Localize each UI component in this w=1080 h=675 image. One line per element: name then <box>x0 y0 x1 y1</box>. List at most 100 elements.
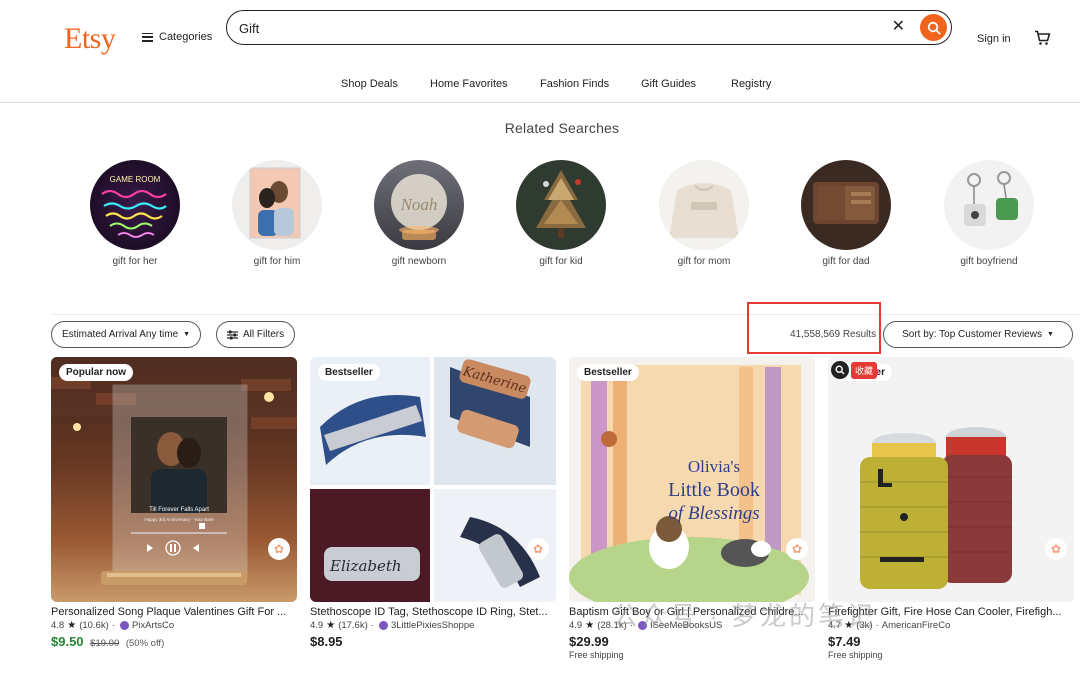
listing-rating: 4.8 ★ (10.6k) · PixArtsCo <box>51 620 297 631</box>
magnifier-icon <box>831 361 849 379</box>
nav-gift-guides[interactable]: Gift Guides <box>641 78 696 90</box>
discount-label: (50% off) <box>125 638 165 649</box>
search-icon <box>927 21 941 35</box>
original-price: $19.00 <box>90 638 120 649</box>
etsy-seal-icon: ✿ <box>532 542 544 556</box>
sort-label: Sort by: Top Customer Reviews <box>902 329 1042 340</box>
star-icon: ★ <box>585 620 595 631</box>
cart-icon[interactable] <box>1034 30 1051 51</box>
related-search-image <box>944 160 1034 250</box>
book-title-line3: of Blessings <box>668 503 760 524</box>
listing-image: ller 收藏 ✿ <box>828 357 1074 602</box>
section-divider <box>51 314 1080 315</box>
listing-card[interactable]: ller 收藏 ✿ Firefighter Gift, Fire Hose Ca… <box>828 357 1074 660</box>
related-search-gift-for-him[interactable]: gift for him <box>222 160 332 267</box>
listing-title: Personalized Song Plaque Valentines Gift… <box>51 606 287 618</box>
favorite-button[interactable]: ✿ <box>527 538 549 560</box>
collect-label: 收藏 <box>851 361 878 379</box>
rating-value: 4.8 <box>51 620 65 631</box>
star-icon: ★ <box>67 620 77 631</box>
filter-sliders-icon <box>227 330 238 339</box>
related-search-label: gift for dad <box>822 256 870 267</box>
close-icon[interactable]: ✕ <box>892 18 905 36</box>
listing-title: Firefighter Gift, Fire Hose Can Cooler, … <box>828 606 1062 618</box>
collect-overlay-button[interactable]: 收藏 <box>831 361 878 379</box>
review-count: (28.1k) <box>597 620 627 631</box>
book-title-line2: Little Book <box>668 479 760 501</box>
related-search-gift-boyfriend[interactable]: gift boyfriend <box>934 160 1044 267</box>
categories-menu-button[interactable]: Categories <box>142 31 212 43</box>
svg-text:Noah: Noah <box>400 195 438 214</box>
listing-image: Olivia's Little Book of Blessings Bestse… <box>569 357 815 602</box>
related-search-image: GAME ROOM <box>90 160 180 250</box>
bestseller-badge: Bestseller <box>318 364 380 381</box>
favorite-button[interactable]: ✿ <box>1045 538 1067 560</box>
related-search-label: gift newborn <box>391 256 447 267</box>
related-searches-heading: Related Searches <box>504 120 620 136</box>
nav-shop-deals[interactable]: Shop Deals <box>341 78 398 90</box>
listing-rating: 4.9 ★ (17.6k) · 3LittlePixiesShoppe <box>310 620 556 631</box>
related-search-label: gift for kid <box>539 256 583 267</box>
review-count: (10.6k) <box>79 620 109 631</box>
related-search-gift-newborn[interactable]: Noah gift newborn <box>364 160 474 267</box>
listing-card[interactable]: Till Forever Falls Apart Happy 3rd Anniv… <box>51 357 297 649</box>
rating-value: 4.9 <box>310 620 324 631</box>
hamburger-icon <box>142 32 153 42</box>
all-filters-button[interactable]: All Filters <box>216 321 296 348</box>
star-seller-icon <box>637 621 647 630</box>
listing-rating: 4.9 ★ (28.1k) · ISeeMeBooksUS <box>569 620 815 631</box>
related-search-label: gift boyfriend <box>960 256 1018 267</box>
nav-fashion-finds[interactable]: Fashion Finds <box>540 78 609 90</box>
listing-price: $7.49 <box>828 634 861 649</box>
listing-card[interactable]: Olivia's Little Book of Blessings Bestse… <box>569 357 815 660</box>
related-search-image <box>801 160 891 250</box>
separator: · <box>629 620 633 631</box>
song-title-text: Till Forever Falls Apart <box>149 507 209 513</box>
related-search-gift-for-dad[interactable]: gift for dad <box>791 160 901 267</box>
star-icon: ★ <box>844 620 854 631</box>
rating-value: 4.9 <box>569 620 583 631</box>
listing-card[interactable]: Katherine Elizabeth Bestseller ✿ Stethos… <box>310 357 556 649</box>
star-seller-icon <box>119 621 129 630</box>
estimated-arrival-label: Estimated Arrival Any time <box>62 329 179 340</box>
search-button[interactable] <box>920 14 947 41</box>
related-search-gift-for-mom[interactable]: gift for mom <box>649 160 759 267</box>
related-search-label: gift for mom <box>677 256 731 267</box>
shop-name: AmericanFireCo <box>881 620 951 631</box>
separator: · <box>875 620 879 631</box>
separator: · <box>370 620 374 631</box>
nav-registry[interactable]: Registry <box>731 78 771 90</box>
sort-dropdown[interactable]: Sort by: Top Customer Reviews ▼ <box>883 321 1073 348</box>
related-search-image: Noah <box>374 160 464 250</box>
related-search-image <box>232 160 322 250</box>
popular-now-badge: Popular now <box>59 364 133 381</box>
related-search-image <box>659 160 749 250</box>
related-search-gift-for-kid[interactable]: gift for kid <box>506 160 616 267</box>
shop-name: PixArtsCo <box>131 620 175 631</box>
song-subtitle-text: Happy 3rd Anniversary - Your Bae! <box>144 517 214 522</box>
estimated-arrival-filter[interactable]: Estimated Arrival Any time ▼ <box>51 321 202 348</box>
top-navigation: Shop Deals Home Favorites Fashion Finds … <box>0 78 1080 102</box>
separator: · <box>111 620 115 631</box>
related-search-label: gift for him <box>253 256 301 267</box>
sale-price: $9.50 <box>51 634 84 649</box>
related-search-image <box>516 160 606 250</box>
book-title-line1: Olivia's <box>687 457 741 476</box>
listing-title: Baptism Gift Boy or Girl | Personalized … <box>569 606 804 618</box>
etsy-logo[interactable]: Etsy <box>64 22 116 56</box>
search-input[interactable] <box>239 18 869 38</box>
sign-in-link[interactable]: Sign in <box>977 33 1011 45</box>
etsy-seal-icon: ✿ <box>1050 542 1062 556</box>
favorite-button[interactable]: ✿ <box>786 538 808 560</box>
listing-image: Katherine Elizabeth Bestseller ✿ <box>310 357 556 602</box>
favorite-button[interactable]: ✿ <box>268 538 290 560</box>
all-filters-label: All Filters <box>243 329 285 340</box>
etsy-seal-icon: ✿ <box>791 542 803 556</box>
listing-rating: 4.7 ★ (3k) · AmericanFireCo <box>828 620 1074 631</box>
related-search-gift-for-her[interactable]: GAME ROOM gift for her <box>80 160 190 267</box>
listing-price: $9.50 $19.00 (50% off) <box>51 634 297 649</box>
nav-home-favorites[interactable]: Home Favorites <box>430 78 508 90</box>
caret-down-icon: ▼ <box>1046 331 1054 338</box>
bestseller-badge: Bestseller <box>577 364 639 381</box>
rating-value: 4.7 <box>828 620 842 631</box>
